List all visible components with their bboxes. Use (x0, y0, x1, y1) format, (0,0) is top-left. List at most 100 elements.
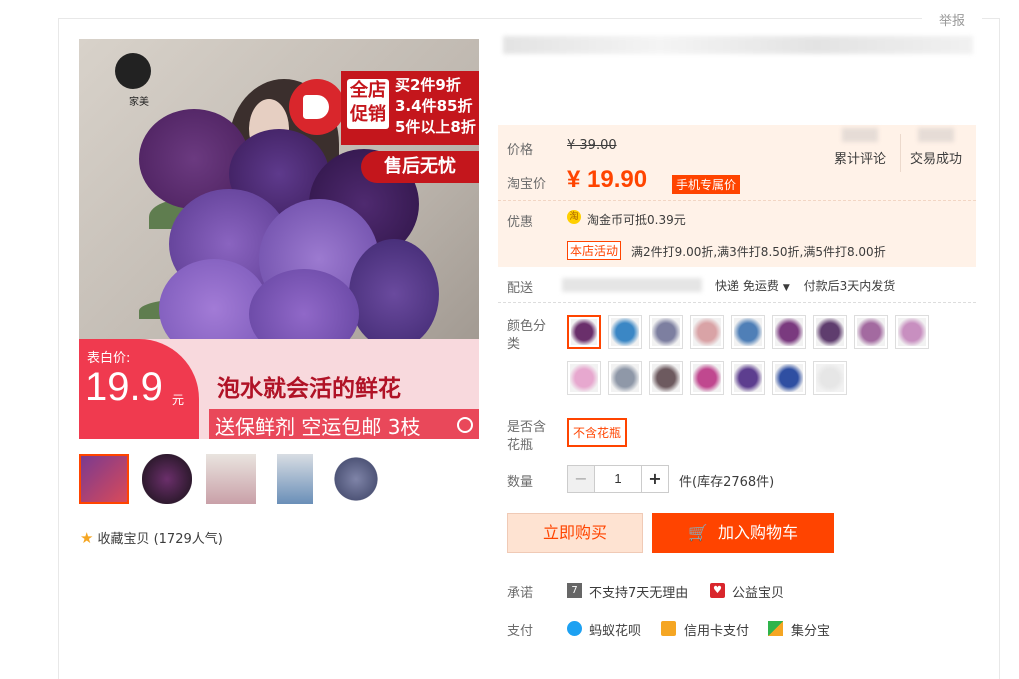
color-swatch[interactable] (772, 361, 806, 395)
deals-label: 交易成功 (910, 152, 963, 167)
deal-count-blurred (918, 128, 954, 142)
shipping-location-blurred (562, 278, 702, 292)
caret-down-icon: ▼ (782, 283, 790, 293)
huabei-icon (567, 621, 582, 636)
swatch-image (611, 364, 639, 392)
color-swatch[interactable] (567, 315, 601, 349)
swatch-image (775, 318, 803, 346)
add-to-cart-label: 加入购物车 (717, 523, 798, 542)
color-swatch[interactable] (567, 361, 601, 395)
promo-label: 优惠 (507, 215, 534, 230)
promise-label: 承诺 (507, 586, 534, 601)
no-7day-return-icon: 7 (567, 583, 582, 598)
vase-label: 是否含花瓶 (507, 420, 547, 453)
color-swatch[interactable] (649, 315, 683, 349)
megaphone-icon (289, 79, 345, 135)
color-swatch[interactable] (649, 361, 683, 395)
credit-card-icon (661, 621, 676, 636)
cart-icon: 🛒 (688, 523, 708, 542)
original-price: ¥ 39.00 (567, 138, 617, 153)
color-label: 颜色分类 (507, 319, 547, 352)
huabei-text[interactable]: 蚂蚁花呗 (589, 620, 641, 639)
thumbnail-5[interactable] (331, 454, 381, 504)
swatch-image (816, 318, 844, 346)
quantity-input[interactable] (595, 466, 641, 492)
swatch-image (652, 364, 680, 392)
dispatch-time: 付款后3天内发货 (803, 279, 896, 293)
swatch-image (652, 318, 680, 346)
star-icon: ★ (80, 529, 94, 547)
color-swatch[interactable] (731, 361, 765, 395)
image-slogan-main: 泡水就会活的鲜花 (217, 376, 401, 402)
deal-count: 交易成功 (910, 128, 962, 167)
main-product-image[interactable]: 家美 全店 促销 买2件9折 3.4件85折 5件以上8折 售后无忧 表白价: … (79, 39, 479, 439)
color-swatch[interactable] (608, 361, 642, 395)
charity-text[interactable]: 公益宝贝 (732, 582, 784, 601)
buy-now-button[interactable]: 立即购买 (507, 513, 643, 553)
shipping-method[interactable]: 快递 免运费 ▼ 付款后3天内发货 (715, 277, 895, 294)
swatch-image (857, 318, 885, 346)
zoom-icon[interactable] (457, 417, 473, 433)
image-slogan-sub: 送保鲜剂 空运包邮 3枝 (215, 415, 421, 439)
add-to-cart-button[interactable]: 🛒 加入购物车 (652, 513, 834, 553)
color-swatch[interactable] (690, 361, 724, 395)
section-divider (498, 302, 976, 303)
swatch-image (571, 319, 597, 345)
image-price: 19.9 (85, 365, 163, 409)
quantity-label: 数量 (507, 475, 534, 490)
jifenbao-text[interactable]: 集分宝 (791, 620, 830, 639)
thumbnail-3[interactable] (206, 454, 256, 504)
price-label: 价格 (507, 143, 534, 158)
after-sale-badge: 售后无忧 (361, 151, 479, 183)
price-panel-divider (498, 200, 976, 201)
color-swatch[interactable] (895, 315, 929, 349)
quantity-stepper: − + (567, 465, 669, 493)
color-swatch[interactable] (731, 315, 765, 349)
review-count[interactable]: 累计评论 (834, 128, 886, 167)
credit-card-text[interactable]: 信用卡支付 (684, 620, 749, 639)
thumbnail-4[interactable] (277, 454, 313, 504)
shop-activity-text: 满2件打9.00折,满3件打8.50折,满5件打8.00折 (631, 245, 886, 259)
swatch-image (816, 364, 844, 392)
shop-activity-tag: 本店活动 (567, 241, 622, 260)
taobao-price-label: 淘宝价 (507, 177, 547, 192)
quantity-increase-button[interactable]: + (641, 466, 668, 492)
stats-divider (900, 134, 901, 172)
swatch-image (734, 364, 762, 392)
shipping-method-text: 快递 免运费 (715, 279, 779, 293)
quantity-decrease-button[interactable]: − (568, 466, 595, 492)
logo-text: 家美 (129, 97, 149, 108)
color-swatch[interactable] (690, 315, 724, 349)
reviews-label: 累计评论 (834, 152, 887, 167)
no-7day-return-text[interactable]: 不支持7天无理由 (589, 582, 688, 601)
promo-banner: 全店 促销 买2件9折 3.4件85折 5件以上8折 (341, 71, 479, 145)
thumbnail-2[interactable] (142, 454, 192, 504)
image-price-label: 表白价: (87, 351, 131, 366)
vase-option-no-vase[interactable]: 不含花瓶 (567, 418, 628, 447)
color-swatch[interactable] (813, 361, 847, 395)
report-link[interactable]: 举报 (922, 10, 982, 29)
mobile-price-tag: 手机专属价 (672, 175, 741, 194)
color-swatch[interactable] (772, 315, 806, 349)
color-swatch[interactable] (854, 315, 888, 349)
color-swatch[interactable] (608, 315, 642, 349)
color-swatch[interactable] (813, 315, 847, 349)
swatch-image (693, 318, 721, 346)
swatch-image (775, 364, 803, 392)
promo-tag: 全店 促销 (347, 79, 389, 129)
favorite-text: 收藏宝贝 (1729人气) (97, 532, 223, 547)
favorite-link[interactable]: ★ 收藏宝贝 (1729人气) (80, 528, 223, 547)
hydrangea-flower (349, 239, 439, 349)
thumbnail-1[interactable] (79, 454, 129, 504)
swatch-image (898, 318, 926, 346)
swatch-image (734, 318, 762, 346)
shipping-label: 配送 (507, 281, 534, 296)
image-price-unit: 元 (172, 393, 185, 407)
coin-discount-text: 淘金币可抵0.39元 (587, 213, 686, 227)
taobao-coin-icon: 淘 (567, 210, 581, 224)
rose-icon (115, 53, 151, 89)
promo-lines: 买2件9折 3.4件85折 5件以上8折 (395, 76, 476, 136)
brand-logo: 家美 (93, 53, 163, 113)
taobao-price: ¥ 19.90 (567, 166, 648, 193)
review-count-blurred (842, 128, 878, 142)
